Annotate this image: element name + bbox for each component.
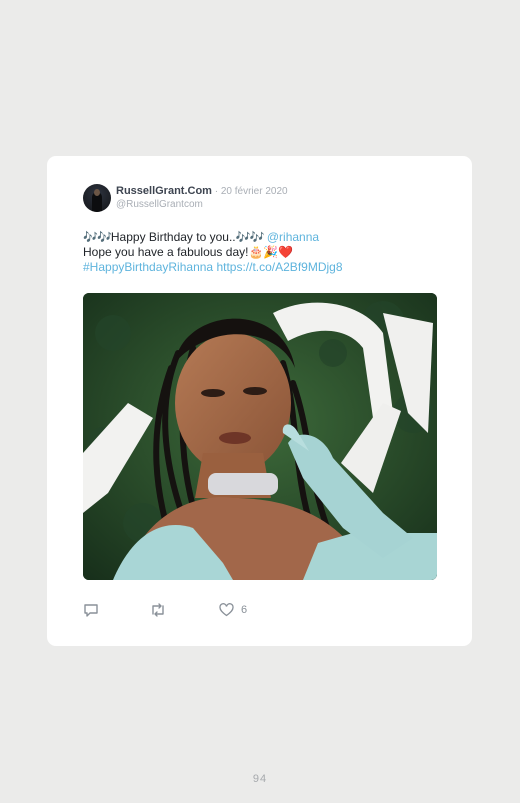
page-number: 94 (252, 773, 268, 785)
like-count: 6 (241, 604, 248, 616)
heart-icon (219, 603, 234, 617)
celebration-emoji: 🎂🎉❤️ (248, 245, 294, 259)
retweet-button[interactable] (149, 602, 167, 618)
tweet-photo[interactable] (83, 293, 437, 580)
tweet-card: RussellGrant.Com · 20 février 2020 @Russ… (47, 156, 472, 646)
mention-link[interactable]: @rihanna (267, 230, 319, 244)
like-button[interactable]: 6 (219, 602, 247, 618)
reply-icon (83, 602, 99, 618)
avatar[interactable] (83, 184, 111, 212)
music-notes-emoji: 🎶🎶 (235, 230, 265, 244)
author-handle[interactable]: @RussellGrantcom (116, 199, 203, 210)
reply-button[interactable] (83, 602, 99, 618)
tweet-line-2: Hope you have a fabulous day! (83, 245, 249, 259)
tweet-line-1: Happy Birthday to you.. (110, 230, 236, 244)
hashtag-link[interactable]: #HappyBirthdayRihanna (83, 260, 213, 274)
tweet-url-link[interactable]: https://t.co/A2Bf9MDjg8 (216, 260, 342, 274)
music-notes-emoji: 🎶🎶 (83, 230, 112, 244)
author-name[interactable]: RussellGrant.Com (116, 185, 212, 197)
tweet-actions: 6 (83, 602, 283, 618)
tweet-date[interactable]: · 20 février 2020 (212, 186, 288, 197)
retweet-icon (149, 602, 167, 618)
author-line: RussellGrant.Com · 20 février 2020 (116, 185, 288, 197)
tweet-text: 🎶🎶Happy Birthday to you..🎶🎶 @rihanna Hop… (83, 230, 443, 275)
